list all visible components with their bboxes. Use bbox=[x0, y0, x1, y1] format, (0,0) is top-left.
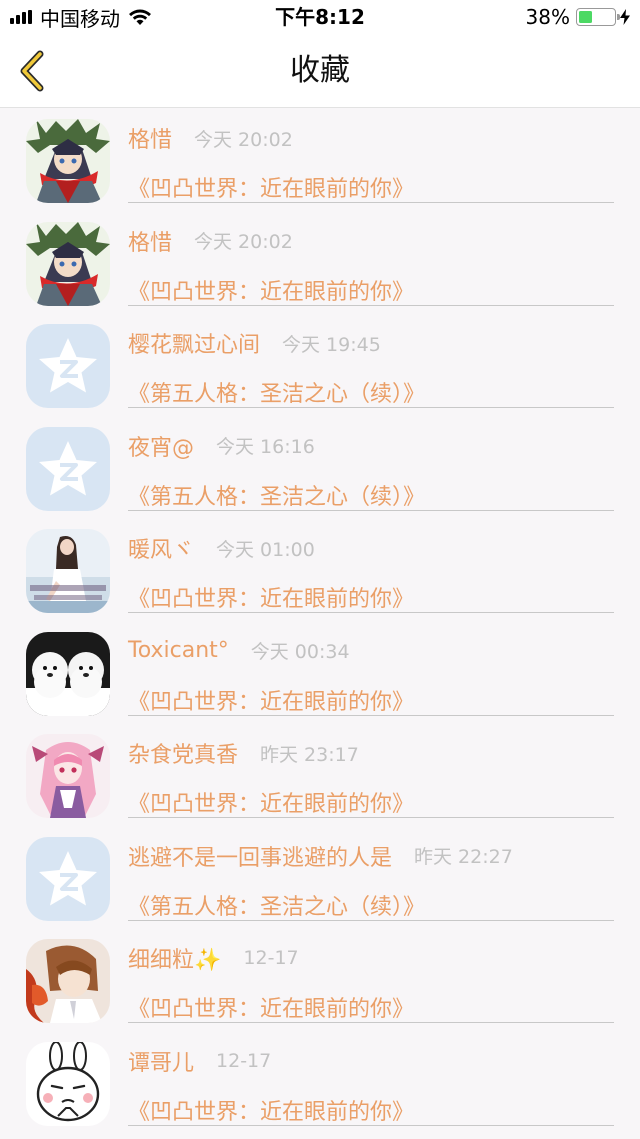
post-title[interactable]: 《第五人格：圣洁之心（续）》 bbox=[128, 376, 425, 408]
charging-bolt-icon bbox=[620, 9, 630, 25]
post-time: 今天 16:16 bbox=[216, 436, 315, 458]
user-avatar[interactable] bbox=[26, 119, 110, 203]
favorite-row-2[interactable]: 格惜 今天 20:02 《凹凸世界：近在眼前的你》 bbox=[0, 212, 640, 315]
user-name[interactable]: 细细粒✨ bbox=[128, 942, 221, 974]
post-time: 昨天 22:27 bbox=[414, 846, 513, 868]
favorite-row-1[interactable]: 格惜 今天 20:02 《凹凸世界：近在眼前的你》 bbox=[0, 109, 640, 212]
post-time: 今天 00:34 bbox=[250, 641, 350, 663]
nav-bar: 收藏 bbox=[0, 34, 640, 108]
user-name[interactable]: 杂食党真香 bbox=[128, 737, 238, 769]
row-divider bbox=[128, 407, 614, 408]
user-avatar[interactable] bbox=[26, 1041, 110, 1126]
row-header: 暖风ヾ 今天 01:00 bbox=[128, 533, 315, 563]
post-title[interactable]: 《凹凸世界：近在眼前的你》 bbox=[128, 1094, 414, 1126]
post-time: 12-17 bbox=[243, 947, 299, 969]
user-name[interactable]: 夜宵@ bbox=[128, 430, 194, 462]
user-name[interactable]: 格惜 bbox=[128, 225, 172, 257]
post-title[interactable]: 《凹凸世界：近在眼前的你》 bbox=[128, 684, 414, 716]
post-title[interactable]: 《第五人格：圣洁之心（续）》 bbox=[128, 479, 425, 511]
favorite-row-8[interactable]: 逃避不是一回事逃避的人是 昨天 22:27 《第五人格：圣洁之心（续）》 bbox=[0, 827, 640, 930]
row-divider bbox=[128, 714, 614, 716]
row-header: 逃避不是一回事逃避的人是 昨天 22:27 bbox=[128, 841, 513, 871]
row-header: Toxicant° 今天 00:34 bbox=[128, 636, 350, 666]
post-title[interactable]: 《凹凸世界：近在眼前的你》 bbox=[128, 786, 414, 818]
status-right: 38% bbox=[526, 0, 630, 34]
favorites-list: 格惜 今天 20:02 《凹凸世界：近在眼前的你》 格惜 今天 20:02 《凹… bbox=[0, 109, 640, 1134]
post-time: 昨天 23:17 bbox=[260, 743, 359, 766]
row-header: 格惜 今天 20:02 bbox=[128, 123, 293, 153]
favorite-row-3[interactable]: 樱花飘过心间 今天 19:45 《第五人格：圣洁之心（续）》 bbox=[0, 314, 640, 417]
row-divider bbox=[128, 1124, 614, 1126]
user-name[interactable]: 格惜 bbox=[128, 122, 172, 154]
row-header: 樱花飘过心间 今天 19:45 bbox=[128, 328, 381, 358]
favorite-row-10[interactable]: 谭哥儿 12-17 《凹凸世界：近在眼前的你》 bbox=[0, 1032, 640, 1135]
status-bar: 中国移动 下午8:12 38% bbox=[0, 0, 640, 34]
post-time: 今天 20:02 bbox=[194, 128, 293, 151]
user-avatar[interactable] bbox=[26, 631, 110, 716]
post-title[interactable]: 《凹凸世界：近在眼前的你》 bbox=[128, 274, 414, 306]
user-name[interactable]: 暖风ヾ bbox=[128, 532, 194, 564]
row-header: 谭哥儿 12-17 bbox=[128, 1046, 271, 1076]
post-title[interactable]: 《第五人格：圣洁之心（续）》 bbox=[128, 889, 425, 921]
user-name[interactable]: Toxicant° bbox=[128, 638, 229, 663]
post-time: 12-17 bbox=[216, 1049, 272, 1072]
post-time: 今天 19:45 bbox=[282, 333, 381, 356]
post-time: 今天 20:02 bbox=[194, 231, 293, 253]
row-divider bbox=[128, 1022, 614, 1023]
row-header: 杂食党真香 昨天 23:17 bbox=[128, 738, 359, 768]
row-header: 格惜 今天 20:02 bbox=[128, 226, 293, 256]
row-divider bbox=[128, 202, 614, 203]
post-title[interactable]: 《凹凸世界：近在眼前的你》 bbox=[128, 171, 414, 203]
row-divider bbox=[128, 509, 614, 511]
user-avatar[interactable] bbox=[26, 221, 110, 306]
row-divider bbox=[128, 612, 614, 613]
favorite-row-5[interactable]: 暖风ヾ 今天 01:00 《凹凸世界：近在眼前的你》 bbox=[0, 519, 640, 622]
favorite-row-4[interactable]: 夜宵@ 今天 16:16 《第五人格：圣洁之心（续）》 bbox=[0, 417, 640, 520]
user-avatar[interactable] bbox=[26, 939, 110, 1023]
battery-fill bbox=[579, 11, 592, 23]
post-title[interactable]: 《凹凸世界：近在眼前的你》 bbox=[128, 581, 414, 613]
post-time: 今天 01:00 bbox=[216, 538, 315, 561]
row-header: 夜宵@ 今天 16:16 bbox=[128, 431, 315, 461]
user-avatar[interactable] bbox=[26, 324, 110, 408]
user-avatar[interactable] bbox=[26, 529, 110, 613]
row-divider bbox=[128, 919, 614, 921]
battery-icon bbox=[576, 8, 620, 26]
user-name[interactable]: 樱花飘过心间 bbox=[128, 327, 260, 359]
row-divider bbox=[128, 304, 614, 306]
user-name[interactable]: 谭哥儿 bbox=[128, 1045, 194, 1077]
page-title: 收藏 bbox=[290, 53, 350, 88]
row-divider bbox=[128, 817, 614, 818]
user-avatar[interactable] bbox=[26, 836, 110, 921]
favorite-row-9[interactable]: 细细粒✨ 12-17 《凹凸世界：近在眼前的你》 bbox=[0, 929, 640, 1032]
favorite-row-7[interactable]: 杂食党真香 昨天 23:17 《凹凸世界：近在眼前的你》 bbox=[0, 724, 640, 827]
battery-percent: 38% bbox=[525, 5, 570, 29]
user-avatar[interactable] bbox=[26, 734, 110, 818]
row-header: 细细粒✨ 12-17 bbox=[128, 943, 299, 973]
favorite-row-6[interactable]: Toxicant° 今天 00:34 《凹凸世界：近在眼前的你》 bbox=[0, 622, 640, 725]
post-title[interactable]: 《凹凸世界：近在眼前的你》 bbox=[128, 991, 414, 1023]
user-name[interactable]: 逃避不是一回事逃避的人是 bbox=[128, 840, 392, 872]
user-avatar[interactable] bbox=[26, 426, 110, 511]
